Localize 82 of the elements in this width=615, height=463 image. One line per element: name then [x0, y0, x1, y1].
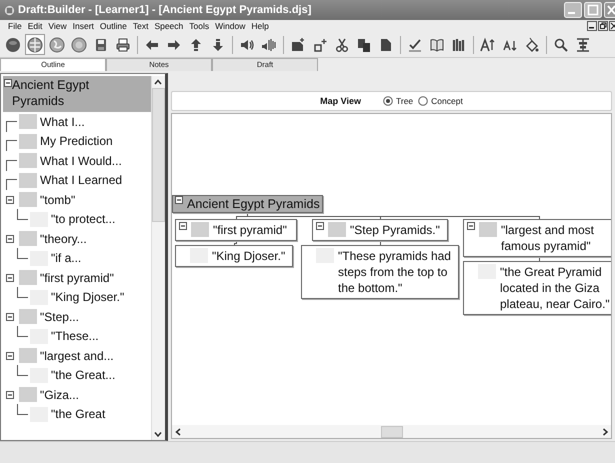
collapse-icon[interactable] — [6, 274, 14, 282]
globe-icon — [71, 36, 87, 52]
menu-item[interactable]: Insert — [72, 21, 94, 31]
scroll-thumb[interactable] — [152, 88, 165, 222]
collapse-icon[interactable] — [6, 312, 14, 321]
outline-item[interactable]: My Prediction — [19, 134, 113, 149]
collapse-icon[interactable] — [175, 196, 183, 204]
outline-item[interactable]: "King Djoser." — [30, 290, 124, 305]
connector-line — [234, 240, 237, 246]
map-node[interactable]: "first pyramid" — [175, 219, 297, 241]
globe-icon — [27, 36, 43, 52]
paint-bucket-icon — [524, 36, 540, 52]
map-node[interactable]: "largest and most famous pyramid" — [463, 219, 611, 257]
menu-item[interactable]: Window — [215, 21, 246, 31]
connector-line — [539, 256, 540, 262]
outline-item[interactable]: "the Great — [30, 406, 106, 422]
increase-font-icon — [480, 36, 496, 52]
app-icon — [4, 4, 15, 16]
radio-button[interactable] — [418, 96, 428, 106]
map-view-title: Map View — [320, 96, 361, 106]
map-node[interactable]: "King Djoser." — [175, 245, 293, 267]
align-icon — [575, 36, 591, 52]
map-node[interactable]: "These pyramids had steps from the top to the bottom." — [301, 245, 459, 299]
collapse-icon[interactable] — [6, 234, 14, 243]
menu-item[interactable]: Help — [251, 21, 269, 31]
menu-item[interactable]: Edit — [28, 21, 42, 31]
map-node[interactable]: "the Great Pyramid located in the Giza plateau, near Cairo." — [463, 261, 611, 315]
restore-button[interactable] — [598, 21, 608, 31]
minimize-button[interactable] — [587, 21, 597, 31]
add-subtopic-icon — [312, 36, 328, 52]
collapse-icon[interactable] — [6, 196, 14, 204]
outline-item[interactable]: "Giza... — [19, 387, 79, 402]
menu-item[interactable]: Speech — [154, 21, 184, 31]
save-icon — [93, 36, 109, 52]
outline-item[interactable]: What I... — [19, 114, 85, 130]
vertical-scrollbar[interactable] — [151, 76, 165, 440]
outline-item[interactable]: "the Great... — [30, 368, 116, 383]
outline-item[interactable]: "if a... — [30, 250, 82, 266]
outline-item[interactable]: What I Would... — [19, 153, 122, 168]
menu-item[interactable]: View — [48, 21, 67, 31]
close-button[interactable] — [609, 21, 615, 31]
books-icon — [451, 36, 467, 52]
paste-icon — [378, 36, 394, 52]
connector-line — [380, 240, 381, 246]
search-icon — [553, 36, 569, 52]
outline-item[interactable]: "tomb" — [19, 192, 76, 208]
radio-option[interactable]: Tree — [383, 96, 414, 106]
radio-button[interactable] — [383, 96, 393, 106]
outline-item[interactable]: "These... — [30, 328, 99, 344]
map-node[interactable]: "Step Pyramids." — [312, 219, 448, 241]
outline-item[interactable]: "to protect... — [30, 212, 116, 227]
outline-item[interactable]: "Step... — [19, 309, 79, 324]
menu-item[interactable]: Text — [132, 21, 148, 31]
map-node[interactable]: Ancient Egypt Pyramids — [172, 195, 323, 213]
menu-item[interactable]: File — [8, 21, 22, 31]
menu-item[interactable]: Tools — [189, 21, 210, 31]
disc-icon — [5, 36, 21, 52]
collapse-icon[interactable] — [316, 222, 324, 230]
outline-item[interactable]: "first pyramid" — [19, 270, 114, 286]
spellcheck-icon — [407, 36, 423, 52]
copy-icon — [356, 36, 372, 52]
scroll-thumb[interactable] — [380, 426, 402, 438]
print-icon — [115, 36, 131, 52]
globe-icon — [49, 36, 65, 52]
window-title: Draft:Builder - [Learner1] - [Ancient Egypt Pyramids.djs] — [18, 4, 312, 16]
collapse-icon[interactable] — [6, 352, 14, 360]
radio-option[interactable]: Concept — [418, 96, 463, 106]
menu-item[interactable]: Outline — [100, 21, 127, 31]
collapse-icon[interactable] — [179, 222, 187, 230]
collapse-icon[interactable] — [6, 390, 14, 399]
globe-button[interactable] — [25, 34, 45, 55]
book-icon — [429, 36, 445, 52]
cut-icon — [334, 36, 350, 52]
outline-root-item[interactable]: Ancient Egypt Pyramids — [3, 76, 151, 112]
outline-item[interactable]: "largest and... — [19, 348, 114, 364]
horizontal-scrollbar[interactable] — [172, 425, 611, 438]
outline-item[interactable]: "theory... — [19, 231, 87, 246]
speaker-icon — [261, 36, 277, 52]
add-topic-icon — [290, 36, 306, 52]
collapse-icon[interactable] — [467, 222, 475, 230]
outline-item[interactable]: What I Learned — [19, 172, 122, 188]
collapse-icon[interactable] — [4, 79, 12, 87]
